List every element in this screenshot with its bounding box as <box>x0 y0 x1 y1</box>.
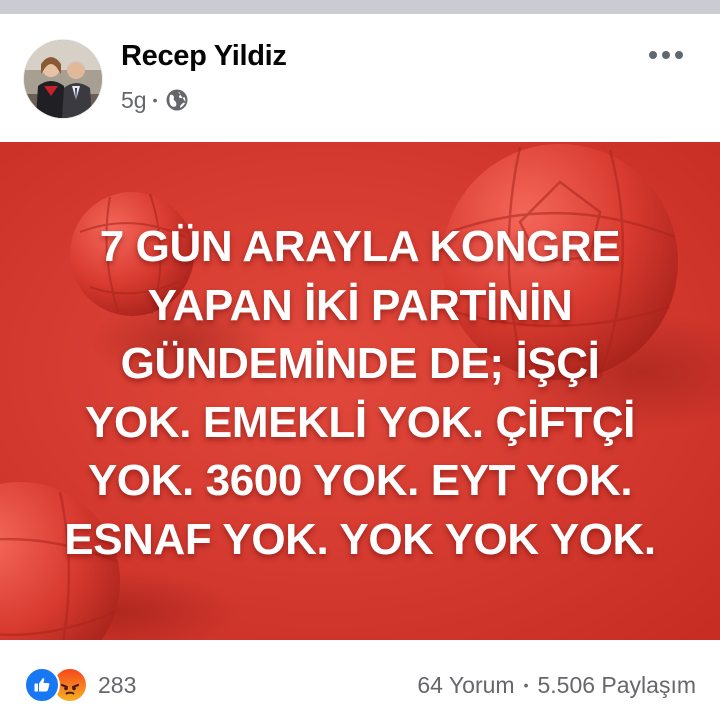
post-stats: 64 Yorum • 5.506 Paylaşım <box>417 668 696 702</box>
reaction-count: 283 <box>98 671 137 698</box>
comments-count-link[interactable]: 64 Yorum <box>417 672 514 699</box>
image-text-line: YAPAN İKİ PARTİNİN <box>147 280 573 330</box>
meta-separator: • <box>152 92 158 108</box>
more-options-button[interactable] <box>644 40 688 70</box>
like-icon <box>24 667 60 703</box>
top-divider <box>0 0 720 14</box>
post-image[interactable]: 7 GÜN ARAYLA KONGRE YAPAN İKİ PARTİNİN G… <box>0 142 720 640</box>
image-text-line: GÜNDEMİNDE DE; İŞÇİ <box>120 339 600 388</box>
post-footer: 283 64 Yorum • 5.506 Paylaşım <box>0 654 720 714</box>
facebook-post: Recep Yildiz 5g • 7 GÜN ARAYLA KONGRE YA… <box>0 14 720 724</box>
post-time[interactable]: 5g <box>121 87 147 114</box>
avatar[interactable] <box>24 40 102 118</box>
image-text-line: 7 GÜN ARAYLA KONGRE <box>99 222 621 271</box>
image-text-line: YOK. 3600 YOK. EYT YOK. <box>87 456 633 505</box>
author-name[interactable]: Recep Yildiz <box>121 40 287 73</box>
post-image-text: 7 GÜN ARAYLA KONGRE YAPAN İKİ PARTİNİN G… <box>0 218 720 569</box>
more-horizontal-icon <box>649 51 683 59</box>
post-meta: 5g • <box>121 86 189 114</box>
stats-separator: • <box>523 677 529 693</box>
image-text-line: YOK. EMEKLİ YOK. ÇİFTÇİ <box>85 397 635 447</box>
image-text-line: ESNAF YOK. YOK YOK YOK. <box>64 514 656 564</box>
globe-icon[interactable] <box>165 88 189 112</box>
reactions-summary[interactable]: 283 <box>24 667 137 703</box>
shares-count-link[interactable]: 5.506 Paylaşım <box>537 672 696 699</box>
post-header: Recep Yildiz 5g • <box>0 14 720 140</box>
